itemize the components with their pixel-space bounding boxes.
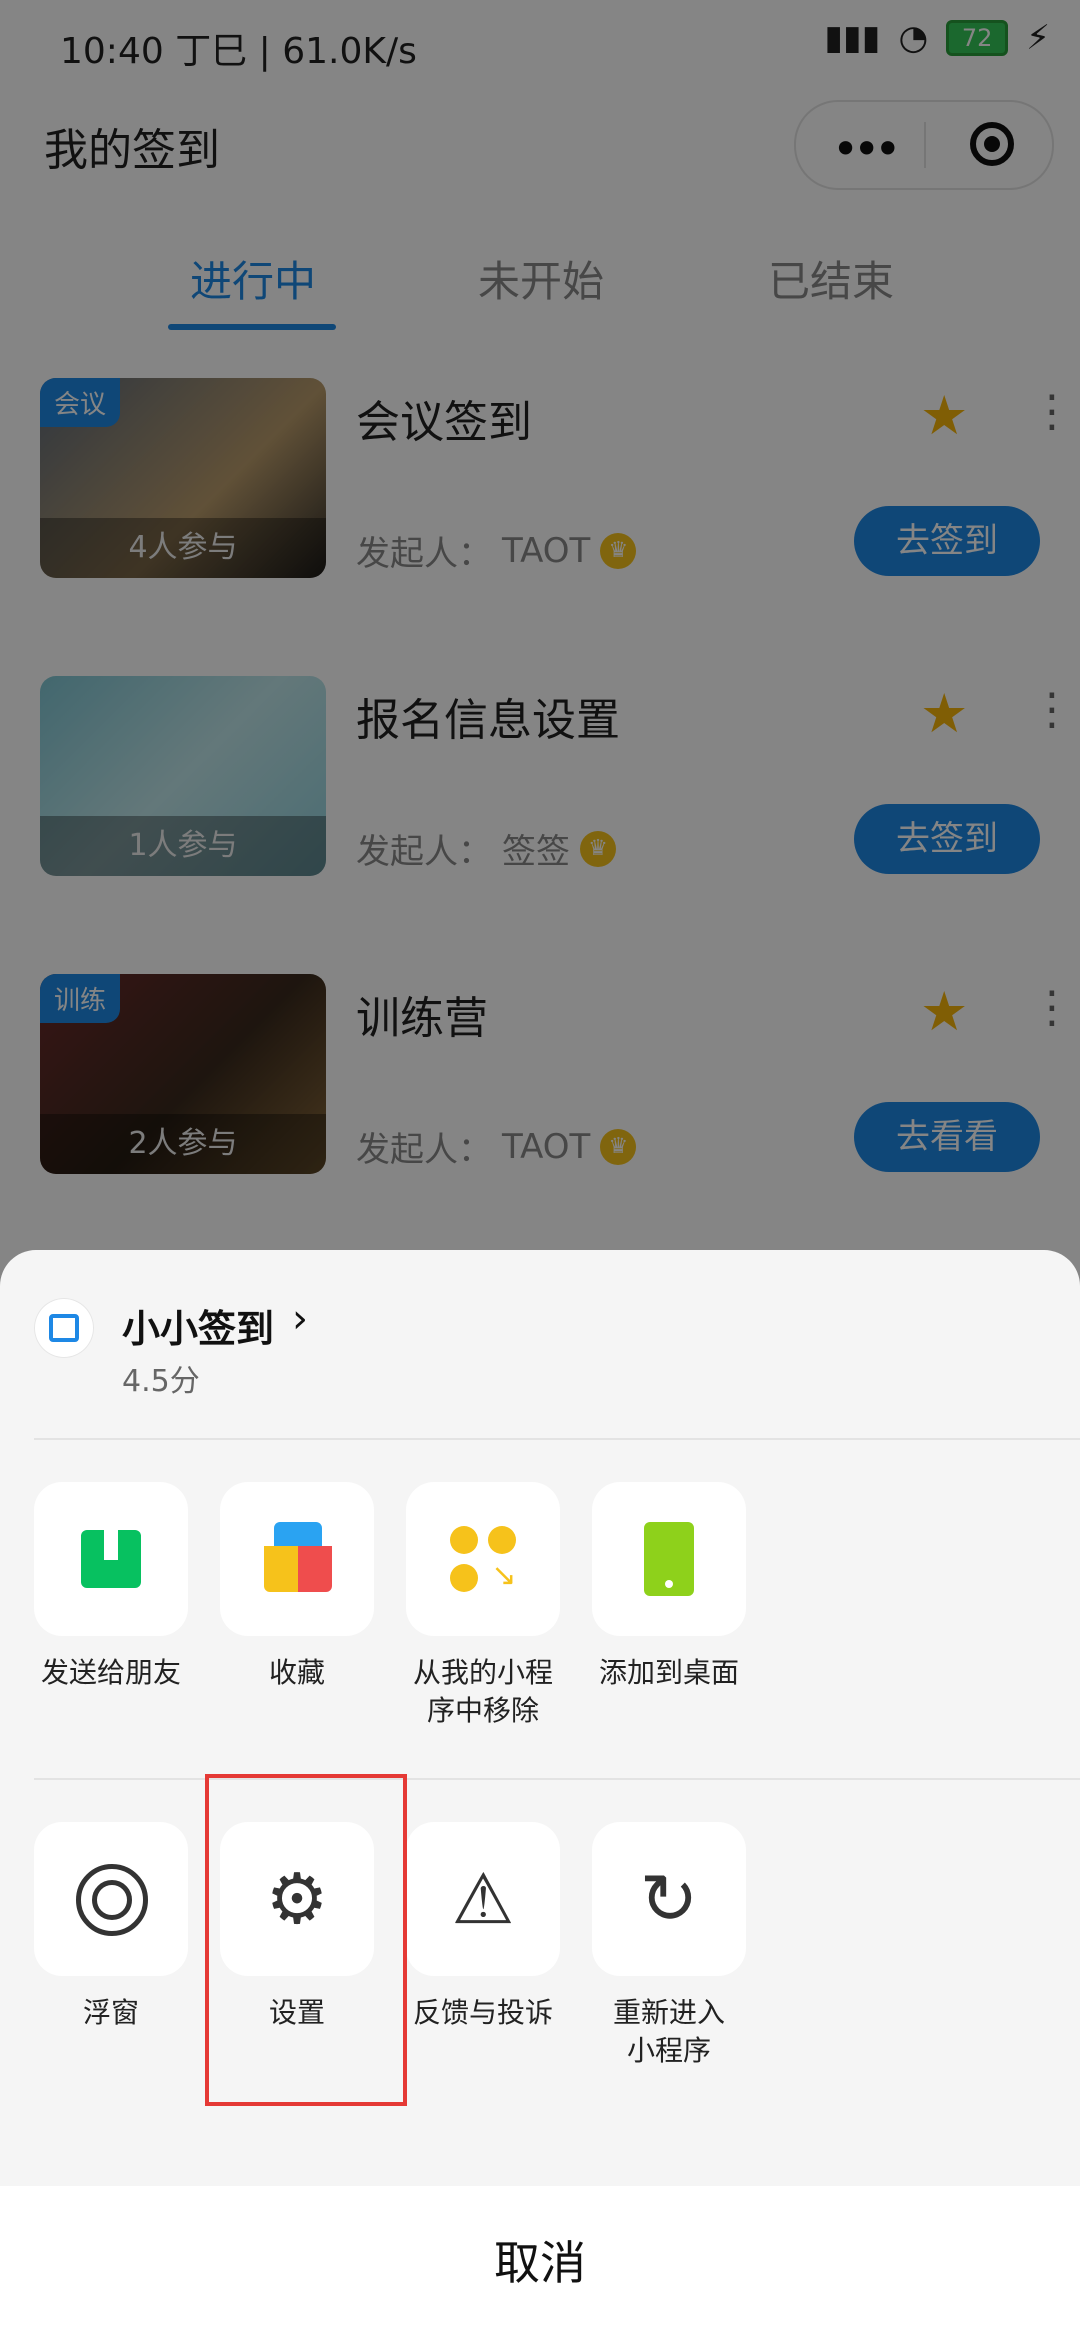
action-label: 重新进入小程序 — [612, 1996, 725, 2067]
add-to-desktop-button[interactable]: 添加到桌面 — [576, 1482, 762, 1692]
action-label: 添加到桌面 — [598, 1656, 739, 1689]
settings-highlight-box — [205, 1774, 407, 2106]
feedback-tile: ⚠ — [406, 1822, 560, 1976]
reload-icon: ↻ — [639, 1858, 699, 1940]
add-to-desktop-tile — [592, 1482, 746, 1636]
remove-tile: ↘ — [406, 1482, 560, 1636]
divider — [34, 1438, 1080, 1440]
chevron-right-icon: › — [292, 1296, 308, 1342]
favorite-button[interactable]: 收藏 — [204, 1482, 390, 1692]
calendar-check-icon — [34, 1298, 94, 1358]
reload-tile: ↻ — [592, 1822, 746, 1976]
divider — [34, 1778, 1080, 1780]
action-label: 从我的小程序中移除 — [412, 1656, 553, 1727]
float-window-tile — [34, 1822, 188, 1976]
action-label: 收藏 — [268, 1656, 325, 1689]
float-window-button[interactable]: 浮窗 — [18, 1822, 204, 2032]
favorite-cube-icon — [264, 1522, 332, 1596]
float-window-icon — [76, 1864, 148, 1936]
warning-icon: ⚠ — [451, 1858, 515, 1940]
app-name: 小小签到 — [122, 1307, 275, 1351]
action-label: 反馈与投诉 — [412, 1996, 553, 2029]
share-tile — [34, 1482, 188, 1636]
cancel-button[interactable]: 取消 — [0, 2186, 1080, 2340]
action-label: 浮窗 — [82, 1996, 139, 2029]
favorite-tile — [220, 1482, 374, 1636]
action-row-1: 发送给朋友 收藏 ↘ 从我的小程序中移除 添加到桌面 — [0, 1482, 1080, 1782]
reenter-miniprogram-button[interactable]: ↻ 重新进入小程序 — [576, 1822, 762, 2070]
share-icon — [81, 1508, 141, 1588]
feedback-complaint-button[interactable]: ⚠ 反馈与投诉 — [390, 1822, 576, 2032]
remove-from-my-miniprogram-icon: ↘ — [450, 1526, 517, 1592]
add-to-desktop-icon — [644, 1522, 694, 1596]
action-row-2: 浮窗 ⚙ 设置 ⚠ 反馈与投诉 ↻ 重新进入小程序 — [0, 1822, 1080, 2122]
action-label: 发送给朋友 — [40, 1656, 181, 1689]
miniprogram-info-row[interactable]: 小小签到 › 4.5分 — [0, 1250, 1080, 1438]
share-to-friend-button[interactable]: 发送给朋友 — [18, 1482, 204, 1692]
action-sheet: 小小签到 › 4.5分 发送给朋友 收藏 ↘ 从我的小程序中移除 添加到桌面 浮… — [0, 1250, 1080, 2340]
remove-from-my-miniprogram-button[interactable]: ↘ 从我的小程序中移除 — [390, 1482, 576, 1730]
app-score: 4.5分 — [122, 1364, 200, 1399]
